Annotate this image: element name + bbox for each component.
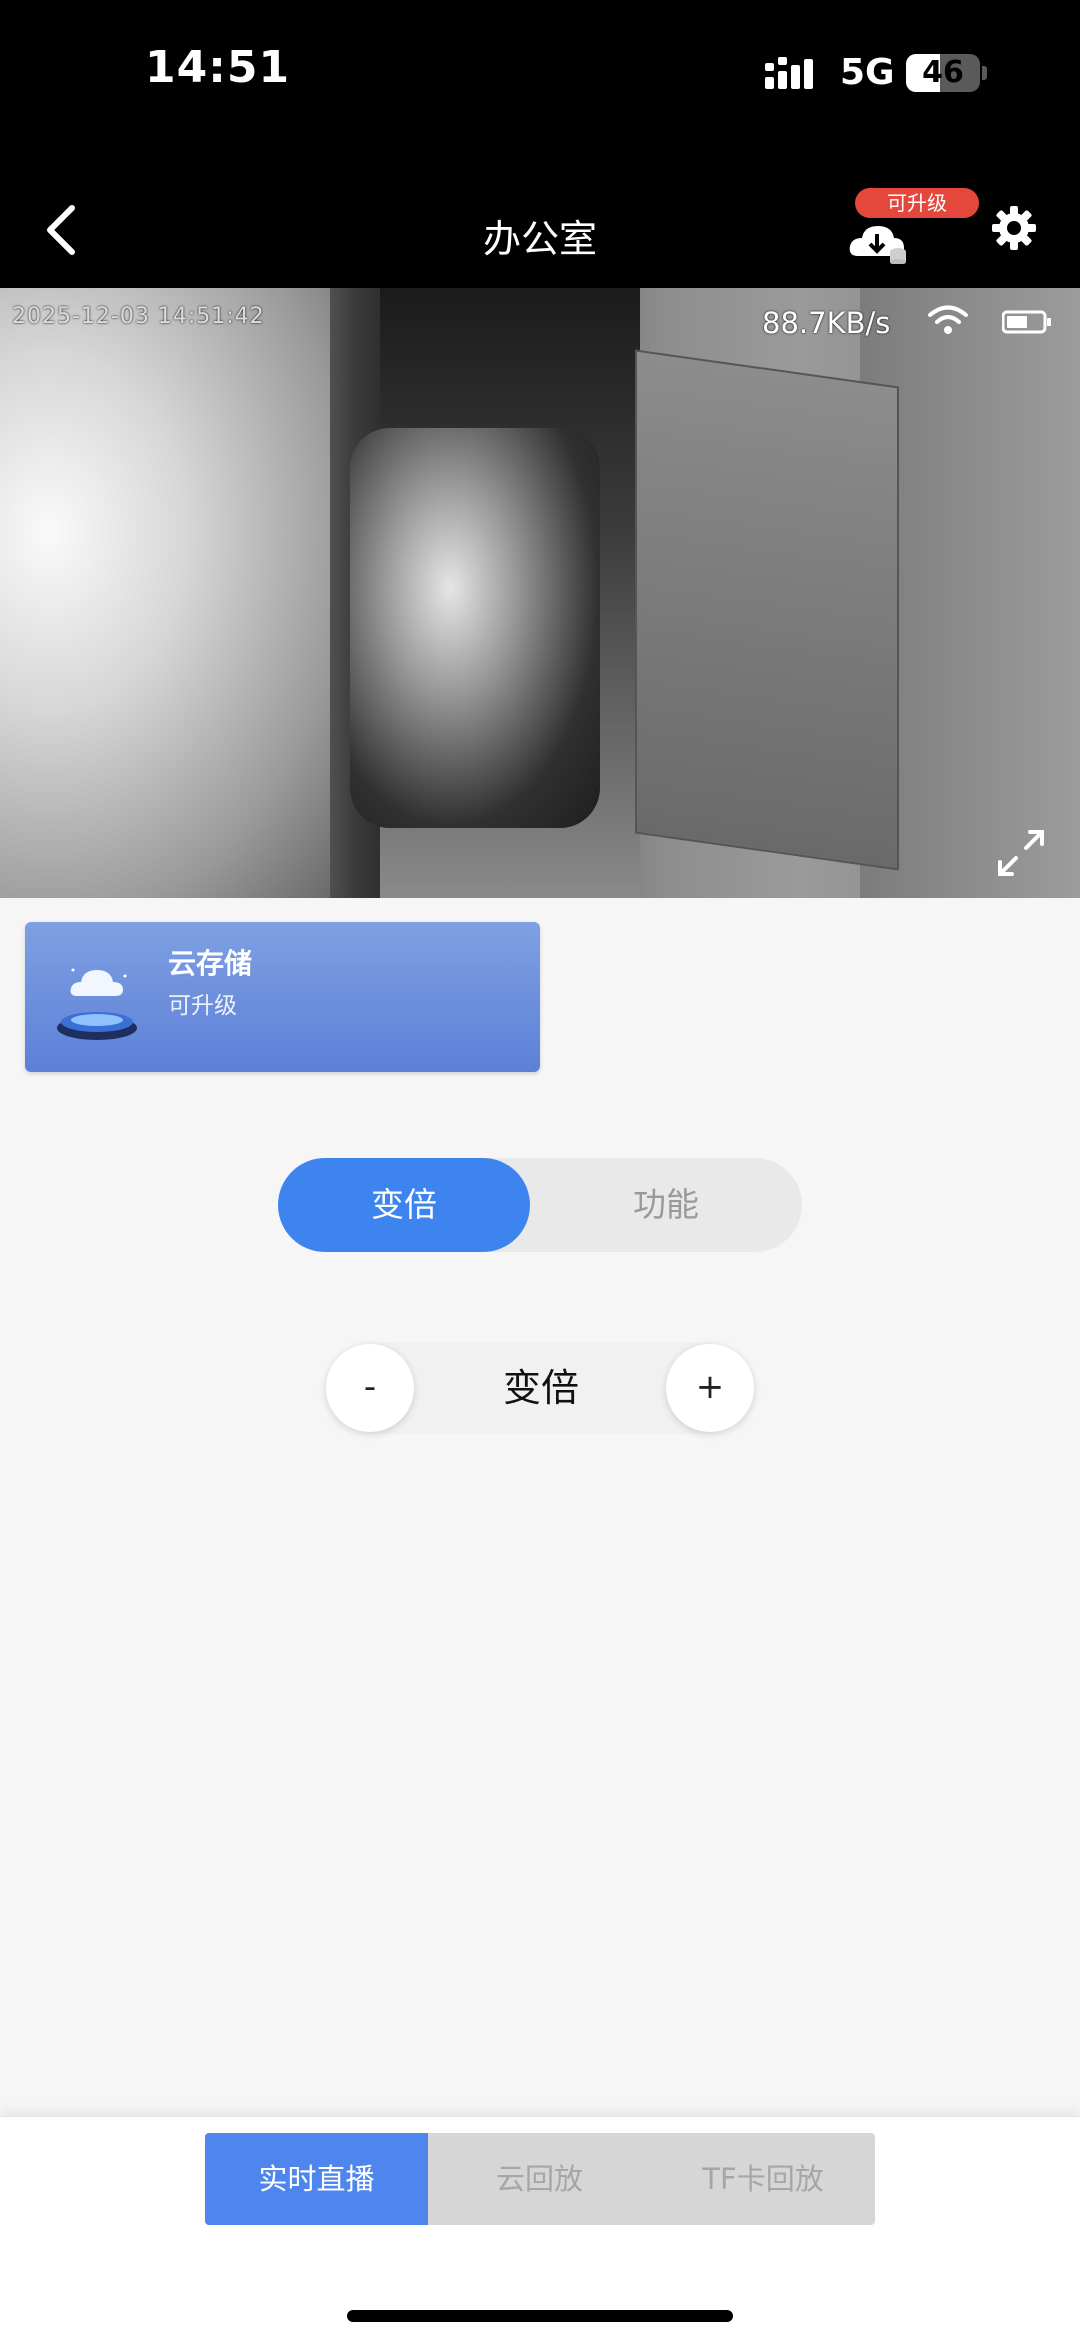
segment-functions[interactable]: 功能 bbox=[530, 1158, 802, 1252]
zoom-out-button[interactable]: - bbox=[326, 1344, 414, 1432]
cloud-storage-subtitle: 可升级 bbox=[168, 993, 237, 1019]
cloud-storage-title: 云存储 bbox=[168, 947, 253, 980]
segment-zoom[interactable]: 变倍 bbox=[278, 1158, 530, 1252]
network-type: 5G bbox=[840, 52, 895, 93]
cloud-storage-icon bbox=[57, 968, 137, 1040]
mode-segment: 变倍 功能 bbox=[278, 1158, 802, 1252]
cellular-signal-icon bbox=[765, 57, 813, 89]
gear-icon[interactable] bbox=[990, 204, 1038, 252]
bottom-bar: 实时直播 云回放 TF卡回放 bbox=[0, 2116, 1080, 2342]
nav-bar: 办公室 可升级 bbox=[0, 170, 1080, 288]
battery-percent: 46 bbox=[922, 55, 964, 90]
zoom-in-button[interactable]: + bbox=[666, 1344, 754, 1432]
video-timestamp: 2025-12-03 14:51:42 bbox=[12, 304, 265, 329]
status-time: 14:51 bbox=[145, 42, 291, 93]
tab-tf-playback[interactable]: TF卡回放 bbox=[651, 2133, 875, 2225]
camera-battery-icon bbox=[1002, 310, 1051, 334]
tab-live[interactable]: 实时直播 bbox=[205, 2133, 428, 2225]
video-cabinet bbox=[635, 349, 899, 871]
upgrade-badge[interactable]: 可升级 bbox=[855, 188, 979, 218]
zoom-control: - 变倍 + bbox=[326, 1336, 754, 1440]
status-bar: 14:51 5G 46 bbox=[0, 0, 1080, 170]
fullscreen-icon[interactable] bbox=[996, 828, 1046, 878]
camera-video-feed[interactable]: 2025-12-03 14:51:42 88.7KB/s bbox=[0, 288, 1080, 898]
wifi-icon bbox=[928, 305, 968, 334]
video-objects bbox=[350, 428, 600, 828]
cloud-storage-card[interactable]: 云存储 可升级 bbox=[25, 922, 540, 1072]
playback-tabs: 实时直播 云回放 TF卡回放 bbox=[205, 2133, 875, 2225]
battery-tip bbox=[982, 66, 987, 80]
battery-icon: 46 bbox=[906, 54, 980, 92]
video-wall bbox=[0, 288, 330, 898]
zoom-label: 变倍 bbox=[502, 1366, 579, 1410]
stream-speed: 88.7KB/s bbox=[762, 306, 891, 340]
home-indicator[interactable] bbox=[347, 2310, 733, 2322]
tab-cloud-playback[interactable]: 云回放 bbox=[428, 2133, 651, 2225]
cloud-download-icon[interactable] bbox=[848, 214, 910, 264]
